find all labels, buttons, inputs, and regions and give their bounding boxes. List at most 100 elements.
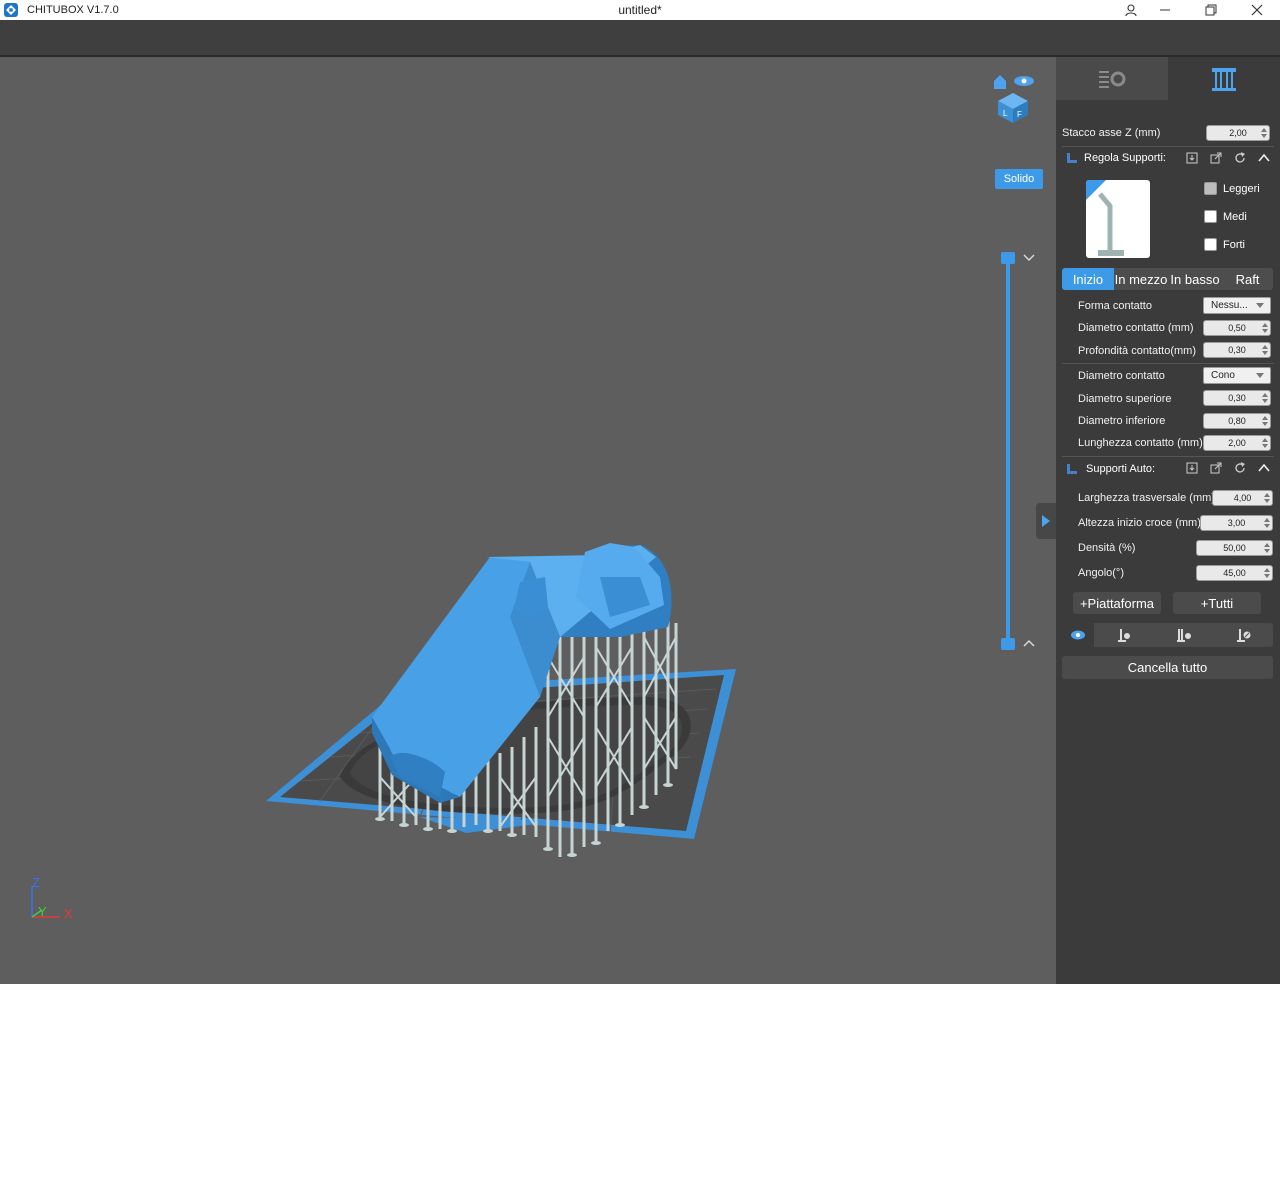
contact-shape-value: Nessu... — [1211, 300, 1248, 311]
bottom-diameter-label: Diametro inferiore — [1078, 415, 1166, 427]
svg-text:L: L — [1003, 109, 1008, 118]
density-label: Densità (%) — [1078, 542, 1136, 554]
tip-shape-select[interactable]: Cono — [1203, 367, 1271, 384]
toolbar — [0, 20, 1280, 57]
add-support-tool-button[interactable] — [1096, 623, 1152, 647]
cross-width-label: Larghezza trasversale (mm) — [1078, 492, 1215, 504]
spin-arrows-icon — [1264, 518, 1270, 528]
preset-light-checkbox[interactable] — [1204, 182, 1217, 195]
angle-input[interactable]: 45,00 — [1196, 565, 1273, 581]
import-icon[interactable] — [1186, 462, 1198, 474]
spin-arrows-icon — [1262, 438, 1268, 448]
minimize-button[interactable] — [1150, 0, 1180, 20]
contact-diameter-input[interactable]: 0,50 — [1203, 320, 1271, 336]
spin-arrows-icon — [1262, 345, 1268, 355]
density-input[interactable]: 50,00 — [1196, 540, 1273, 556]
cross-width-input[interactable]: 4,00 — [1212, 490, 1273, 506]
close-icon — [1251, 4, 1263, 16]
supports-icon — [1212, 67, 1236, 91]
subtab-middle[interactable]: In mezzo — [1114, 268, 1168, 290]
export-icon[interactable] — [1210, 462, 1222, 474]
eye-icon — [1071, 630, 1085, 640]
remove-support-tool-button[interactable] — [1156, 623, 1212, 647]
subtab-bottom[interactable]: In basso — [1168, 268, 1222, 290]
collapse-icon[interactable] — [1258, 462, 1270, 474]
support-adjust-icon — [1067, 153, 1077, 163]
angle-value: 45,00 — [1223, 568, 1246, 578]
document-title: untitled* — [618, 3, 662, 17]
refresh-icon[interactable] — [1234, 462, 1246, 474]
title-bar: CHITUBOX V1.7.0 untitled* — [0, 0, 1280, 20]
top-diameter-input[interactable]: 0,30 — [1203, 390, 1271, 406]
chevron-up-icon[interactable] — [1023, 639, 1035, 647]
svg-text:F: F — [1017, 110, 1022, 119]
support-remove-icon — [1177, 629, 1191, 642]
divider — [1062, 146, 1274, 147]
contact-length-input[interactable]: 2,00 — [1203, 435, 1271, 451]
axis-x-label: X — [64, 906, 73, 921]
spin-arrows-icon — [1264, 493, 1270, 503]
add-all-supports-button[interactable]: +Tutti — [1173, 592, 1261, 614]
preset-light-label: Leggeri — [1223, 183, 1260, 195]
cross-start-height-value: 3,00 — [1227, 518, 1246, 528]
layer-slider-top-handle[interactable] — [1001, 252, 1015, 264]
z-lift-input[interactable]: 2,00 — [1206, 125, 1270, 141]
axis-z-label: Z — [32, 875, 40, 890]
minimize-icon — [1160, 9, 1170, 11]
subtab-start[interactable]: Inizio — [1062, 268, 1114, 290]
top-diameter-value: 0,30 — [1228, 393, 1246, 403]
subtab-raft[interactable]: Raft — [1222, 268, 1273, 290]
render-mode-button[interactable]: Solido — [995, 169, 1043, 189]
cross-width-value: 4,00 — [1233, 493, 1252, 503]
cross-start-height-label: Altezza inizio croce (mm) — [1078, 517, 1201, 529]
top-diameter-label: Diametro superiore — [1078, 393, 1172, 405]
layer-slider-track[interactable] — [1006, 257, 1010, 643]
3d-viewport[interactable]: L F Z Y X — [0, 57, 1056, 984]
collapse-icon[interactable] — [1258, 152, 1270, 164]
z-lift-value: 2,00 — [1229, 128, 1247, 138]
divider — [1062, 456, 1274, 457]
adjust-supports-title: Regola Supporti: — [1084, 152, 1166, 164]
view-cube-icon[interactable]: L F — [990, 71, 1036, 123]
layer-slider-bottom-handle[interactable] — [1001, 638, 1015, 650]
spin-arrows-icon — [1262, 416, 1268, 426]
account-button[interactable] — [1116, 0, 1146, 20]
chevron-down-icon[interactable] — [1023, 254, 1035, 262]
edit-support-tool-button[interactable] — [1216, 623, 1272, 647]
refresh-icon[interactable] — [1234, 152, 1246, 164]
spin-arrows-icon — [1264, 543, 1270, 553]
export-icon[interactable] — [1210, 152, 1222, 164]
preset-heavy-checkbox[interactable] — [1204, 238, 1217, 251]
tip-shape-value: Cono — [1211, 370, 1235, 381]
support-edit-icon — [1237, 629, 1251, 642]
cross-start-height-input[interactable]: 3,00 — [1200, 515, 1273, 531]
toggle-visibility-button[interactable] — [1062, 623, 1094, 647]
contact-depth-input[interactable]: 0,30 — [1203, 342, 1271, 358]
dropdown-arrow-icon — [1256, 373, 1264, 378]
bottom-diameter-input[interactable]: 0,80 — [1203, 413, 1271, 429]
axis-y-label: Y — [38, 904, 47, 919]
tab-supports[interactable] — [1168, 57, 1280, 100]
contact-diameter-label: Diametro contatto (mm) — [1078, 322, 1194, 334]
contact-shape-select[interactable]: Nessu... — [1203, 297, 1271, 314]
dropdown-arrow-icon — [1256, 303, 1264, 308]
preset-medium-label: Medi — [1223, 211, 1247, 223]
preset-heavy-label: Forti — [1223, 239, 1245, 251]
close-button[interactable] — [1242, 0, 1272, 20]
panel-toggle-button[interactable] — [1036, 503, 1056, 539]
user-icon — [1125, 3, 1137, 16]
contact-shape-label: Forma contatto — [1078, 300, 1152, 312]
restore-icon — [1205, 4, 1217, 16]
maximize-button[interactable] — [1196, 0, 1226, 20]
support-add-icon — [1118, 629, 1130, 642]
tab-print-settings[interactable] — [1056, 57, 1168, 100]
clear-all-button[interactable]: Cancella tutto — [1062, 656, 1273, 679]
import-icon[interactable] — [1186, 152, 1198, 164]
play-triangle-icon — [1042, 515, 1050, 527]
spin-arrows-icon — [1264, 568, 1270, 578]
add-platform-supports-button[interactable]: +Piattaforma — [1073, 592, 1161, 614]
density-value: 50,00 — [1223, 543, 1246, 553]
bottom-diameter-value: 0,80 — [1228, 416, 1246, 426]
contact-length-label: Lunghezza contatto (mm) — [1078, 437, 1203, 449]
preset-medium-checkbox[interactable] — [1204, 210, 1217, 223]
